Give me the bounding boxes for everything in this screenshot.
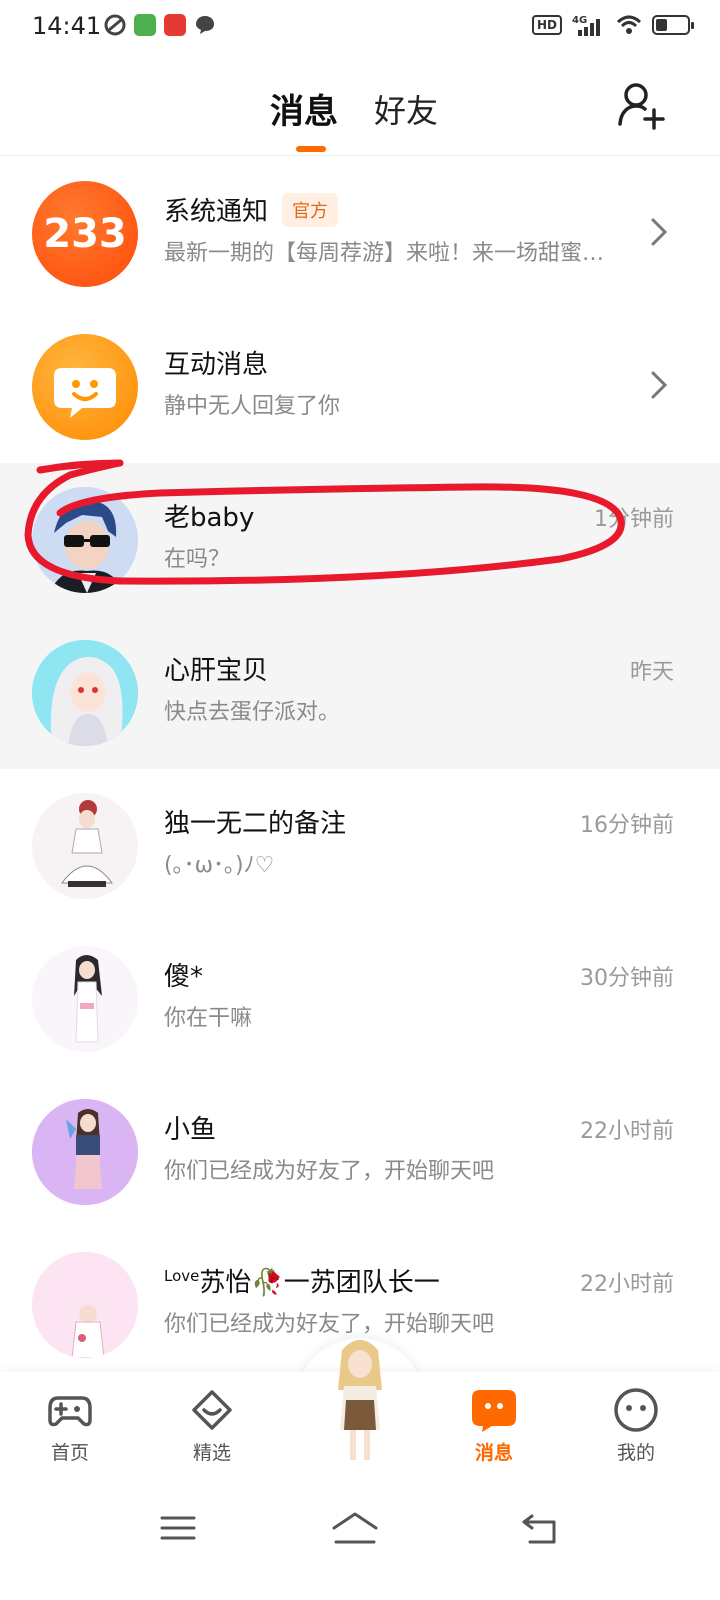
name-prefix: Love bbox=[164, 1267, 200, 1285]
add-friend-icon[interactable] bbox=[614, 78, 670, 134]
svg-text:233: 233 bbox=[43, 211, 127, 257]
menu-icon[interactable] bbox=[158, 1508, 198, 1548]
conversation-preview: 你们已经成为好友了，开始聊天吧 bbox=[164, 1159, 495, 1184]
chat-bubble-icon bbox=[196, 16, 214, 34]
user-avatar bbox=[32, 946, 138, 1052]
logo-233-icon: 233 bbox=[43, 211, 127, 257]
conversation-time: 22小时前 bbox=[580, 1119, 674, 1144]
conversation-time: 昨天 bbox=[629, 660, 674, 685]
conversation-name: 互动消息 bbox=[164, 350, 269, 380]
chevron-right-icon bbox=[651, 218, 668, 246]
conversation-row-system[interactable]: 233 系统通知 官方 最新一期的【每周荐游】来啦！来一场甜蜜… bbox=[0, 157, 720, 310]
conversation-row-xinganbaobei[interactable]: 心肝宝贝 快点去蛋仔派对。 昨天 bbox=[0, 616, 720, 769]
wifi-icon bbox=[616, 15, 642, 34]
nav-home[interactable]: 首页 bbox=[20, 1386, 120, 1465]
conversation-preview: (｡･ω･｡)ﾉ♡ bbox=[164, 853, 275, 878]
home-icon[interactable] bbox=[330, 1508, 380, 1548]
anime-girl-avatar bbox=[32, 640, 138, 746]
conversation-preview: 在吗？ bbox=[164, 547, 231, 572]
nav-featured[interactable]: 精选 bbox=[162, 1386, 262, 1465]
conversation-name: 老baby bbox=[164, 503, 255, 533]
tab-messages[interactable]: 消息 bbox=[270, 84, 338, 133]
official-badge: 官方 bbox=[282, 192, 339, 227]
cellular-signal-icon: 4G bbox=[572, 15, 600, 36]
conversation-row-laobaby[interactable]: 老baby 在吗？ 1分钟前 bbox=[0, 463, 720, 616]
shop-app-icon bbox=[164, 14, 186, 36]
center-character-avatar[interactable] bbox=[312, 1330, 408, 1470]
conversation-name: 小鱼 bbox=[164, 1115, 217, 1145]
conversation-title: 傻* bbox=[164, 956, 203, 993]
conversation-time: 16分钟前 bbox=[580, 813, 674, 838]
nav-label: 消息 bbox=[474, 1442, 513, 1464]
conversation-title: Love苏怡🥀一苏团队长一 bbox=[164, 1262, 440, 1299]
battery-level bbox=[656, 19, 667, 31]
nav-label: 精选 bbox=[192, 1442, 231, 1464]
conversation-time: 30分钟前 bbox=[580, 966, 674, 991]
conversation-name: 苏怡🥀一苏团队长一 bbox=[199, 1268, 440, 1298]
conversation-title: 小鱼 bbox=[164, 1109, 216, 1146]
conversation-title: 独一无二的备注 bbox=[164, 803, 346, 840]
conversation-time: 22小时前 bbox=[580, 1272, 674, 1297]
conversation-time: 1分钟前 bbox=[594, 507, 674, 532]
conversation-title: 互动消息 bbox=[164, 344, 268, 381]
conversation-preview: 静中无人回复了你 bbox=[164, 394, 341, 419]
nav-messages[interactable]: 消息 bbox=[444, 1386, 544, 1465]
system-status-icons: HD 4G bbox=[531, 14, 694, 36]
notification-icons bbox=[104, 14, 216, 36]
conversation-row-sha[interactable]: 傻* 你在干嘛 30分钟前 bbox=[0, 922, 720, 1075]
system-233-logo: 233 bbox=[32, 181, 138, 287]
user-avatar bbox=[32, 640, 138, 746]
conversation-preview: 最新一期的【每周荐游】来啦！来一场甜蜜… bbox=[164, 241, 605, 266]
anime-boy-avatar bbox=[32, 487, 138, 593]
smile-chat-icon bbox=[54, 368, 116, 418]
conversation-name: 独一无二的备注 bbox=[164, 809, 347, 839]
active-tab-indicator bbox=[296, 146, 326, 152]
user-avatar bbox=[32, 1099, 138, 1205]
conversation-title: 系统通知 官方 bbox=[164, 191, 339, 228]
svg-text:4G: 4G bbox=[572, 15, 587, 26]
user-avatar bbox=[32, 793, 138, 899]
chevron-right-icon bbox=[651, 371, 668, 399]
conversation-title: 老baby bbox=[164, 497, 254, 534]
anime-girl-white-avatar bbox=[32, 946, 138, 1052]
status-time: 14:41 bbox=[32, 12, 102, 40]
battery-icon bbox=[652, 15, 694, 35]
tab-friends[interactable]: 好友 bbox=[374, 86, 438, 132]
conversation-preview: 你在干嘛 bbox=[164, 1006, 253, 1031]
user-avatar bbox=[32, 1252, 138, 1358]
system-navigation-bar bbox=[0, 1482, 720, 1600]
message-icon bbox=[472, 1390, 516, 1432]
gamepad-icon bbox=[48, 1396, 92, 1427]
conversation-row-unique-note[interactable]: 独一无二的备注 (｡･ω･｡)ﾉ♡ 16分钟前 bbox=[0, 769, 720, 922]
messages-header: 消息 好友 bbox=[0, 56, 720, 156]
nav-label: 首页 bbox=[50, 1442, 89, 1464]
game-app-icon bbox=[134, 14, 156, 36]
status-bar: 14:41 HD 4G bbox=[0, 0, 720, 56]
conversation-title: 心肝宝贝 bbox=[164, 650, 268, 687]
conversation-name: 系统通知 bbox=[164, 197, 269, 227]
conversation-preview: 快点去蛋仔派对。 bbox=[164, 700, 341, 725]
anime-girl-pink-avatar bbox=[32, 1252, 138, 1358]
interaction-avatar bbox=[32, 334, 138, 440]
user-avatar bbox=[32, 487, 138, 593]
face-icon bbox=[614, 1388, 658, 1432]
hd-badge: HD bbox=[531, 15, 562, 35]
anime-girl-purple-avatar bbox=[32, 1099, 138, 1205]
conversation-name-full: Love苏怡🥀一苏团队长一 bbox=[164, 1262, 440, 1299]
app-notification-icon bbox=[104, 14, 126, 36]
conversation-list: 233 系统通知 官方 最新一期的【每周荐游】来啦！来一场甜蜜… 互动消息 静中… bbox=[0, 157, 720, 1381]
conversation-name: 心肝宝贝 bbox=[164, 656, 269, 686]
conversation-name: 傻* bbox=[164, 962, 204, 992]
back-icon[interactable] bbox=[520, 1508, 560, 1548]
anime-girl-dress-avatar bbox=[32, 793, 138, 899]
conversation-row-xiaoyu[interactable]: 小鱼 你们已经成为好友了，开始聊天吧 22小时前 bbox=[0, 1075, 720, 1228]
conversation-row-interaction[interactable]: 互动消息 静中无人回复了你 bbox=[0, 310, 720, 463]
heart-box-icon bbox=[192, 1390, 232, 1430]
nav-label: 我的 bbox=[616, 1442, 655, 1464]
nav-profile[interactable]: 我的 bbox=[586, 1386, 686, 1465]
